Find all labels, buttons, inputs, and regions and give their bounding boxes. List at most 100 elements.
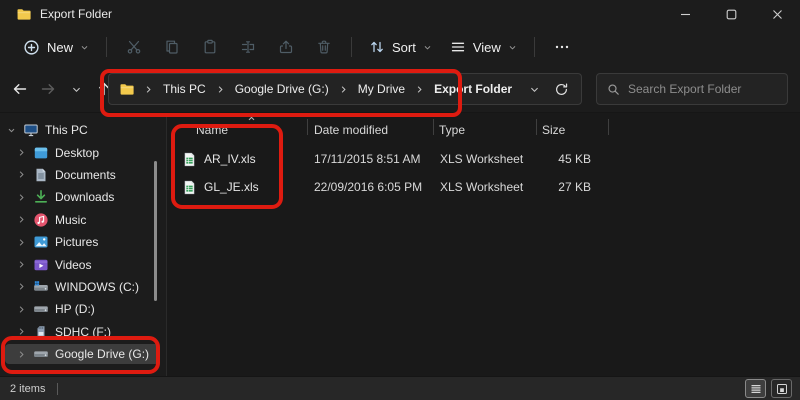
sidebar-item-hp-d[interactable]: HP (D:) (0, 298, 166, 320)
refresh-button[interactable] (554, 82, 569, 97)
sd-card-icon (32, 324, 49, 340)
sidebar-item-sdhc-f[interactable]: SDHC (F:) (0, 321, 166, 343)
main-content: This PC Desktop Documents Downloads (0, 112, 800, 376)
share-button[interactable] (267, 32, 305, 62)
table-row-gl-je[interactable]: GL_JE.xls 22/09/2016 6:05 PM XLS Workshe… (167, 173, 800, 201)
column-header-date[interactable]: Date modified (308, 123, 433, 137)
sidebar-item-label: Google Drive (G:) (55, 347, 149, 361)
sidebar-item-label: This PC (45, 123, 88, 137)
toolbar-divider (351, 37, 352, 57)
sidebar-item-label: WINDOWS (C:) (55, 280, 139, 294)
rename-button[interactable] (229, 32, 267, 62)
file-explorer-window: Export Folder New (0, 0, 800, 400)
sort-arrows-icon (369, 39, 385, 55)
minimize-button[interactable] (662, 0, 708, 28)
chevron-down-icon (423, 43, 432, 52)
search-icon (607, 83, 620, 96)
column-header-size[interactable]: Size (536, 123, 608, 137)
pictures-icon (32, 234, 49, 250)
item-count: 2 items (10, 383, 45, 395)
trash-icon (316, 39, 332, 55)
cut-button[interactable] (115, 32, 153, 62)
address-bar[interactable]: This PC Google Drive (G:) My Drive Expor… (108, 73, 582, 105)
title-bar: Export Folder (0, 0, 800, 28)
sidebar-item-desktop[interactable]: Desktop (0, 141, 166, 163)
sidebar-item-music[interactable]: Music (0, 209, 166, 231)
column-divider[interactable] (307, 119, 308, 135)
table-row-ar-iv[interactable]: AR_IV.xls 17/11/2015 8:51 AM XLS Workshe… (167, 145, 800, 173)
navigation-bar: This PC Google Drive (G:) My Drive Expor… (0, 66, 800, 112)
sidebar-scrollbar[interactable] (154, 161, 157, 301)
chevron-expanded-icon (6, 126, 16, 135)
column-divider[interactable] (608, 119, 609, 135)
breadcrumb-google-drive[interactable]: Google Drive (G:) (232, 80, 332, 98)
sidebar-item-downloads[interactable]: Downloads (0, 186, 166, 208)
column-divider[interactable] (536, 119, 537, 135)
scissors-icon (126, 39, 142, 55)
sort-button[interactable]: Sort (360, 34, 441, 60)
forward-button[interactable] (34, 74, 62, 104)
chevron-down-icon (80, 43, 89, 52)
sidebar-item-label: Desktop (55, 146, 99, 160)
drive-icon (32, 346, 49, 362)
sidebar-item-label: Videos (55, 258, 91, 272)
sidebar-item-label: Pictures (55, 235, 98, 249)
sidebar-item-documents[interactable]: Documents (0, 164, 166, 186)
ellipsis-icon (554, 39, 570, 55)
sidebar-item-label: Documents (55, 168, 116, 182)
back-button[interactable] (6, 74, 34, 104)
paste-button[interactable] (191, 32, 229, 62)
column-header-type[interactable]: Type (433, 123, 536, 137)
arrow-left-icon (12, 81, 28, 97)
new-button[interactable]: New (14, 34, 98, 61)
sidebar-item-windows-c[interactable]: WINDOWS (C:) (0, 276, 166, 298)
file-name: GL_JE.xls (204, 180, 259, 194)
window-title: Export Folder (40, 7, 112, 21)
copy-icon (164, 39, 180, 55)
search-input[interactable] (628, 82, 783, 96)
copy-button[interactable] (153, 32, 191, 62)
breadcrumb-export-folder[interactable]: Export Folder (431, 80, 515, 98)
navigation-pane: This PC Desktop Documents Downloads (0, 113, 166, 376)
sidebar-item-label: SDHC (F:) (55, 325, 111, 339)
sidebar-item-pictures[interactable]: Pictures (0, 231, 166, 253)
details-view-button[interactable] (745, 379, 766, 398)
toolbar-divider (534, 37, 535, 57)
desktop-icon (32, 145, 49, 161)
sidebar-item-this-pc[interactable]: This PC (0, 119, 166, 141)
rename-icon (240, 39, 256, 55)
file-type: XLS Worksheet (434, 152, 537, 166)
view-button-label: View (473, 40, 501, 55)
music-icon (32, 212, 49, 228)
recent-locations-button[interactable] (62, 74, 90, 104)
large-icons-view-button[interactable] (771, 379, 792, 398)
xls-file-icon (182, 152, 197, 167)
delete-button[interactable] (305, 32, 343, 62)
chevron-down-icon (529, 84, 540, 95)
view-lines-icon (450, 39, 466, 55)
status-bar: 2 items (0, 376, 800, 400)
address-dropdown-button[interactable] (529, 84, 540, 95)
file-type: XLS Worksheet (434, 180, 537, 194)
maximize-button[interactable] (708, 0, 754, 28)
status-divider (57, 383, 58, 395)
see-more-button[interactable] (543, 32, 581, 62)
breadcrumb-my-drive[interactable]: My Drive (355, 80, 408, 98)
sidebar-item-label: Music (55, 213, 86, 227)
windows-drive-icon (32, 279, 49, 295)
breadcrumb-this-pc[interactable]: This PC (160, 80, 209, 98)
refresh-icon (554, 82, 569, 97)
chevron-right-icon (16, 170, 26, 179)
column-header-name[interactable]: Name (167, 123, 308, 137)
column-divider[interactable] (433, 119, 434, 135)
folder-icon (119, 81, 135, 97)
file-size: 45 KB (537, 152, 608, 166)
chevron-right-icon (16, 215, 26, 224)
view-button[interactable]: View (441, 34, 526, 60)
search-box (596, 73, 788, 105)
chevron-right-icon (16, 327, 26, 336)
close-button[interactable] (754, 0, 800, 28)
sidebar-item-videos[interactable]: Videos (0, 253, 166, 275)
sidebar-item-google-drive[interactable]: Google Drive (G:) (0, 343, 166, 365)
breadcrumb-chevron-icon (216, 85, 225, 94)
